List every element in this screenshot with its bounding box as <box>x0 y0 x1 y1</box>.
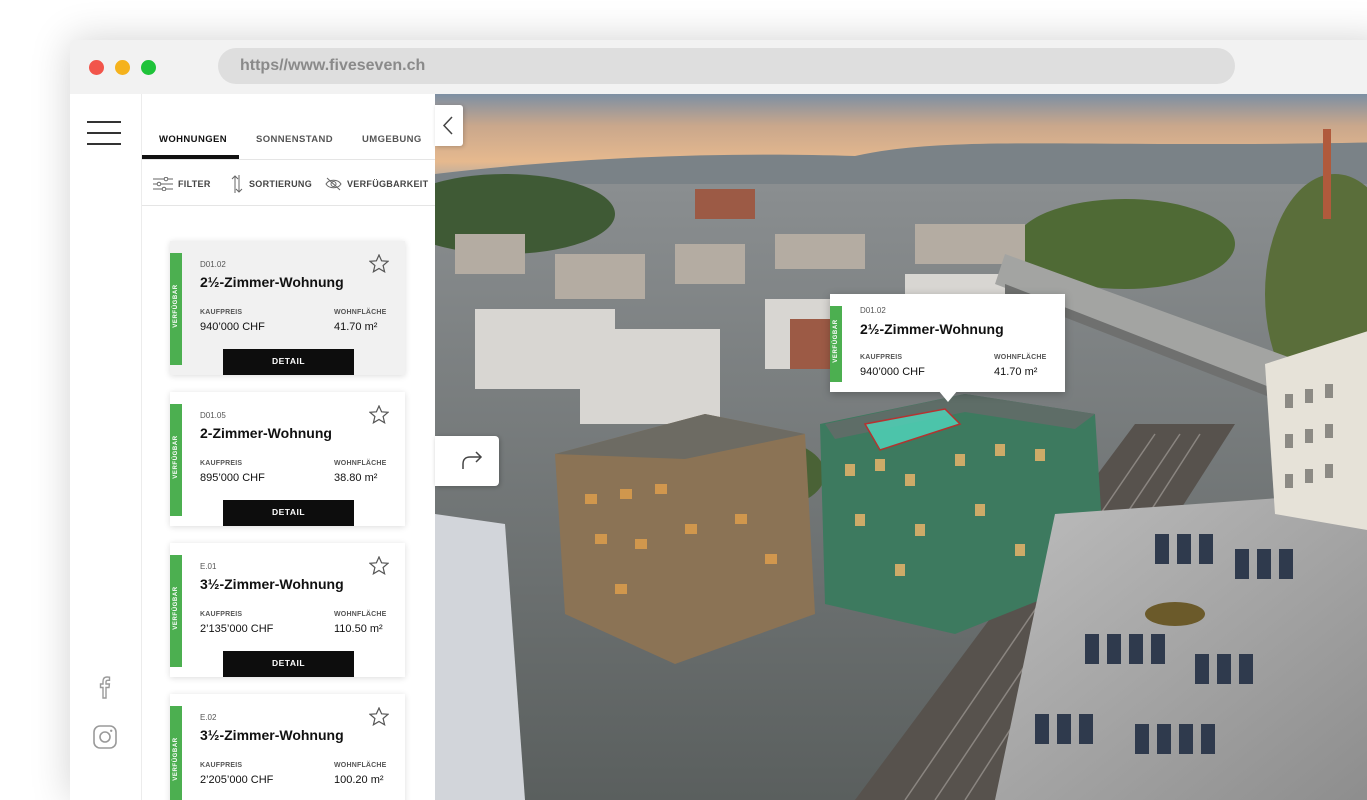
availability-badge: VERFÜGBAR <box>170 404 182 516</box>
price-label: KAUFPREIS <box>200 309 243 316</box>
rotate-icon <box>462 451 483 469</box>
availability-button[interactable]: VERFÜGBARKEIT <box>325 174 428 194</box>
availability-badge-label: VERFÜGBAR <box>173 284 179 328</box>
area-value: 38.80 m² <box>334 472 378 484</box>
popup-area-value: 41.70 m² <box>994 366 1038 378</box>
unit-popup[interactable]: VERFÜGBAR D01.02 2½-Zimmer-Wohnung KAUFP… <box>830 294 1065 402</box>
tab-wohnungen[interactable]: WOHNUNGEN <box>159 134 227 145</box>
apartment-card[interactable]: VERFÜGBAR E.02 3½-Zimmer-Wohnung KAUFPRE… <box>170 694 405 800</box>
detail-button[interactable]: DETAIL <box>223 651 354 677</box>
availability-badge: VERFÜGBAR <box>170 706 182 800</box>
browser-window: https//www.fiveseven.ch WOHNUNGEN SONNEN… <box>70 40 1367 800</box>
popup-unit-title: 2½-Zimmer-Wohnung <box>860 321 1004 337</box>
minimize-window-button[interactable] <box>115 60 130 75</box>
apartment-card[interactable]: VERFÜGBAR E.01 3½-Zimmer-Wohnung KAUFPRE… <box>170 543 405 677</box>
filter-icon <box>153 177 173 191</box>
availability-badge: VERFÜGBAR <box>830 306 842 382</box>
unit-title: 2-Zimmer-Wohnung <box>200 425 332 441</box>
star-icon[interactable] <box>369 707 389 726</box>
aerial-view[interactable] <box>435 94 1367 800</box>
unit-code: D01.05 <box>200 411 226 420</box>
collapse-panel-button[interactable] <box>435 105 463 146</box>
unit-code: E.01 <box>200 562 217 571</box>
area-value: 41.70 m² <box>334 321 378 333</box>
apartment-card[interactable]: VERFÜGBAR D01.05 2-Zimmer-Wohnung KAUFPR… <box>170 392 405 526</box>
availability-label: VERFÜGBARKEIT <box>347 179 429 189</box>
availability-badge: VERFÜGBAR <box>170 555 182 667</box>
star-icon[interactable] <box>369 556 389 575</box>
price-label: KAUFPREIS <box>200 460 243 467</box>
availability-badge-label: VERFÜGBAR <box>173 737 179 781</box>
apartment-panel: WOHNUNGEN SONNENSTAND UMGEBUNG FILTER SO… <box>142 94 435 800</box>
left-rail <box>70 94 142 800</box>
price-value: 2’205’000 CHF <box>200 774 274 786</box>
close-window-button[interactable] <box>89 60 104 75</box>
tab-umgebung[interactable]: UMGEBUNG <box>362 134 422 145</box>
popup-unit-code: D01.02 <box>860 306 886 315</box>
detail-button[interactable]: DETAIL <box>223 349 354 375</box>
apartment-card[interactable]: VERFÜGBAR D01.02 2½-Zimmer-Wohnung KAUFP… <box>170 241 405 375</box>
unit-code: D01.02 <box>200 260 226 269</box>
sort-icon <box>231 175 243 193</box>
price-value: 895’000 CHF <box>200 472 265 484</box>
apartment-list: VERFÜGBAR D01.02 2½-Zimmer-Wohnung KAUFP… <box>142 206 435 800</box>
eye-off-icon <box>325 177 342 191</box>
area-label: WOHNFLÄCHE <box>334 611 387 618</box>
popup-area-label: WOHNFLÄCHE <box>994 354 1047 361</box>
availability-badge-label: VERFÜGBAR <box>173 435 179 479</box>
tab-sonnenstand[interactable]: SONNENSTAND <box>256 134 333 145</box>
sort-button[interactable]: SORTIERUNG <box>230 174 312 194</box>
unit-title: 3½-Zimmer-Wohnung <box>200 727 344 743</box>
panel-tabs: WOHNUNGEN SONNENSTAND UMGEBUNG <box>142 94 435 160</box>
unit-title: 2½-Zimmer-Wohnung <box>200 274 344 290</box>
price-value: 2’135’000 CHF <box>200 623 274 635</box>
browser-titlebar: https//www.fiveseven.ch <box>70 40 1367 94</box>
rotate-view-button[interactable] <box>435 436 499 486</box>
area-value: 100.20 m² <box>334 774 384 786</box>
hamburger-menu-icon[interactable] <box>87 121 121 147</box>
aerial-photo <box>435 94 1367 800</box>
availability-badge: VERFÜGBAR <box>170 253 182 365</box>
popup-pointer <box>938 390 958 402</box>
unit-code: E.02 <box>200 713 217 722</box>
availability-badge-label: VERFÜGBAR <box>173 586 179 630</box>
price-label: KAUFPREIS <box>200 611 243 618</box>
area-label: WOHNFLÄCHE <box>334 460 387 467</box>
facebook-icon[interactable] <box>92 674 118 700</box>
popup-price-label: KAUFPREIS <box>860 354 903 361</box>
unit-title: 3½-Zimmer-Wohnung <box>200 576 344 592</box>
star-icon[interactable] <box>369 405 389 424</box>
popup-price-value: 940’000 CHF <box>860 366 925 378</box>
instagram-icon[interactable] <box>92 724 118 750</box>
list-toolbar: FILTER SORTIERUNG VERFÜGBARKEIT <box>142 160 435 206</box>
availability-badge-label: VERFÜGBAR <box>833 319 839 363</box>
price-value: 940’000 CHF <box>200 321 265 333</box>
filter-button[interactable]: FILTER <box>153 174 211 194</box>
chevron-left-icon <box>442 116 453 135</box>
price-label: KAUFPREIS <box>200 762 243 769</box>
area-label: WOHNFLÄCHE <box>334 762 387 769</box>
filter-label: FILTER <box>178 179 211 189</box>
address-bar[interactable]: https//www.fiveseven.ch <box>218 48 1235 84</box>
page-content: WOHNUNGEN SONNENSTAND UMGEBUNG FILTER SO… <box>70 94 1367 800</box>
detail-button[interactable]: DETAIL <box>223 500 354 526</box>
area-label: WOHNFLÄCHE <box>334 309 387 316</box>
sort-label: SORTIERUNG <box>249 179 313 189</box>
star-icon[interactable] <box>369 254 389 273</box>
area-value: 110.50 m² <box>334 623 383 635</box>
maximize-window-button[interactable] <box>141 60 156 75</box>
